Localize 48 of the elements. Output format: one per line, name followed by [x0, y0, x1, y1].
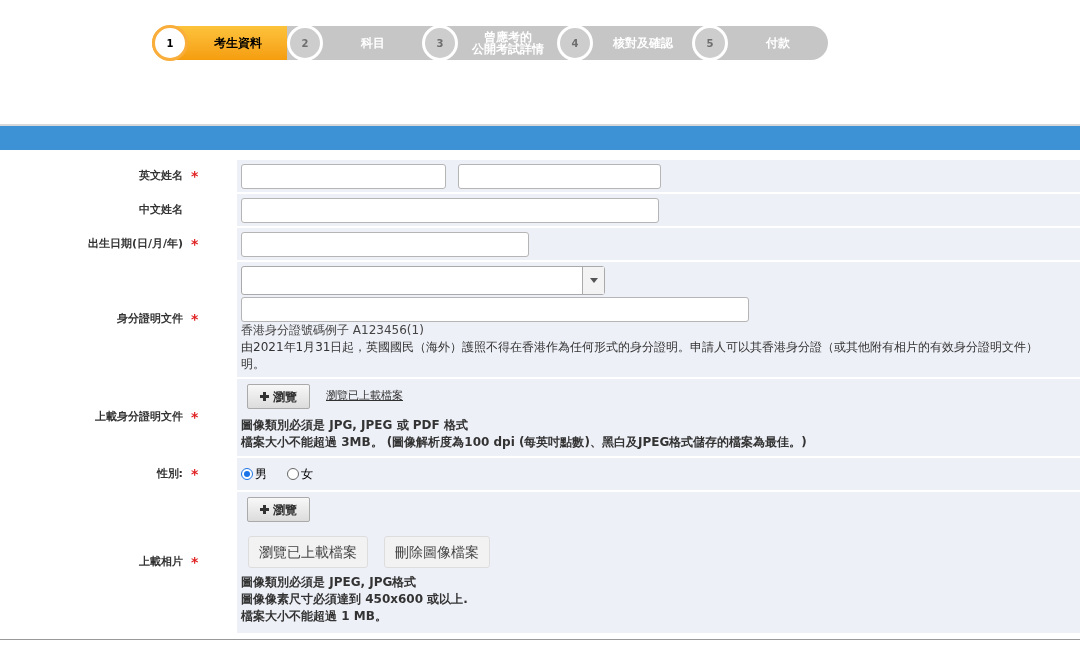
- text-field[interactable]: [241, 163, 446, 189]
- step-label: 曾應考的 公開考試詳情: [471, 31, 545, 55]
- uploaded-files-link[interactable]: 瀏覽已上載檔案: [326, 388, 403, 405]
- browse-button[interactable]: 瀏覽: [247, 497, 310, 522]
- radio-option[interactable]: 男: [241, 465, 267, 483]
- step-label: 考生資料: [213, 37, 263, 49]
- field-label: 出生日期(日/月/年): [87, 235, 183, 252]
- required-mark: *: [191, 310, 199, 329]
- caret-icon: [589, 278, 598, 283]
- step-tab[interactable]: 1 考生資料: [152, 26, 288, 60]
- note-text: 圖像類別必須是 JPEG, JPG格式: [241, 574, 418, 591]
- date-field[interactable]: [241, 231, 529, 257]
- field-label: 上載身分證明文件: [95, 409, 183, 426]
- plus-icon: [260, 392, 269, 401]
- select-field[interactable]: [241, 266, 605, 295]
- field-label: 性別:: [156, 465, 183, 482]
- file-action-button[interactable]: 瀏覽已上載檔案: [248, 536, 368, 568]
- text-field[interactable]: [458, 163, 661, 189]
- required-mark: *: [191, 553, 199, 572]
- field-label: 上載相片: [139, 554, 183, 571]
- file-action-button[interactable]: 刪除圖像檔案: [384, 536, 490, 568]
- field-label: 中文姓名: [139, 201, 183, 218]
- step-label: 核對及確認: [612, 37, 674, 49]
- step-number: 5: [692, 25, 728, 61]
- step-number: 1: [152, 25, 188, 61]
- required-mark: *: [191, 234, 199, 254]
- note-text: 檔案大小不能超過 1 MB。: [241, 608, 388, 625]
- note-text: 圖像像素尺寸必須達到 450x600 或以上.: [241, 591, 469, 608]
- step-number: 3: [422, 25, 458, 61]
- required-mark: *: [191, 166, 199, 186]
- step-label: 科目: [360, 37, 386, 49]
- field-label: 英文姓名: [139, 167, 183, 184]
- radio-option[interactable]: 女: [287, 465, 313, 483]
- browse-button[interactable]: 瀏覽: [247, 384, 310, 409]
- step-number: 2: [287, 25, 323, 61]
- required-mark: *: [191, 408, 199, 427]
- step-label: 付款: [764, 37, 791, 49]
- required-mark: *: [191, 464, 199, 484]
- hint-text: 香港身分證號碼例子 A123456(1): [241, 322, 425, 339]
- text-field[interactable]: [241, 197, 659, 223]
- note-text: 明。: [241, 356, 266, 373]
- field-label: 身分證明文件: [117, 311, 183, 328]
- note-text: 檔案大小不能超過 3MB。 (圖像解析度為100 dpi (每英吋點數)、黑白及JPEG格式儲存的檔案為最佳。): [241, 434, 807, 451]
- note-text: 由2021年1月31日起，英國國民（海外）護照不得在香港作為任何形式的身分證明。申請人可以其香港身分證（或其他附有相片的有效身分證明文件）: [241, 339, 1039, 356]
- step-number: 4: [557, 25, 593, 61]
- note-text: 圖像類別必須是 JPG, JPEG 或 PDF 格式: [241, 417, 469, 434]
- text-field[interactable]: [241, 297, 749, 322]
- plus-icon: [260, 505, 269, 514]
